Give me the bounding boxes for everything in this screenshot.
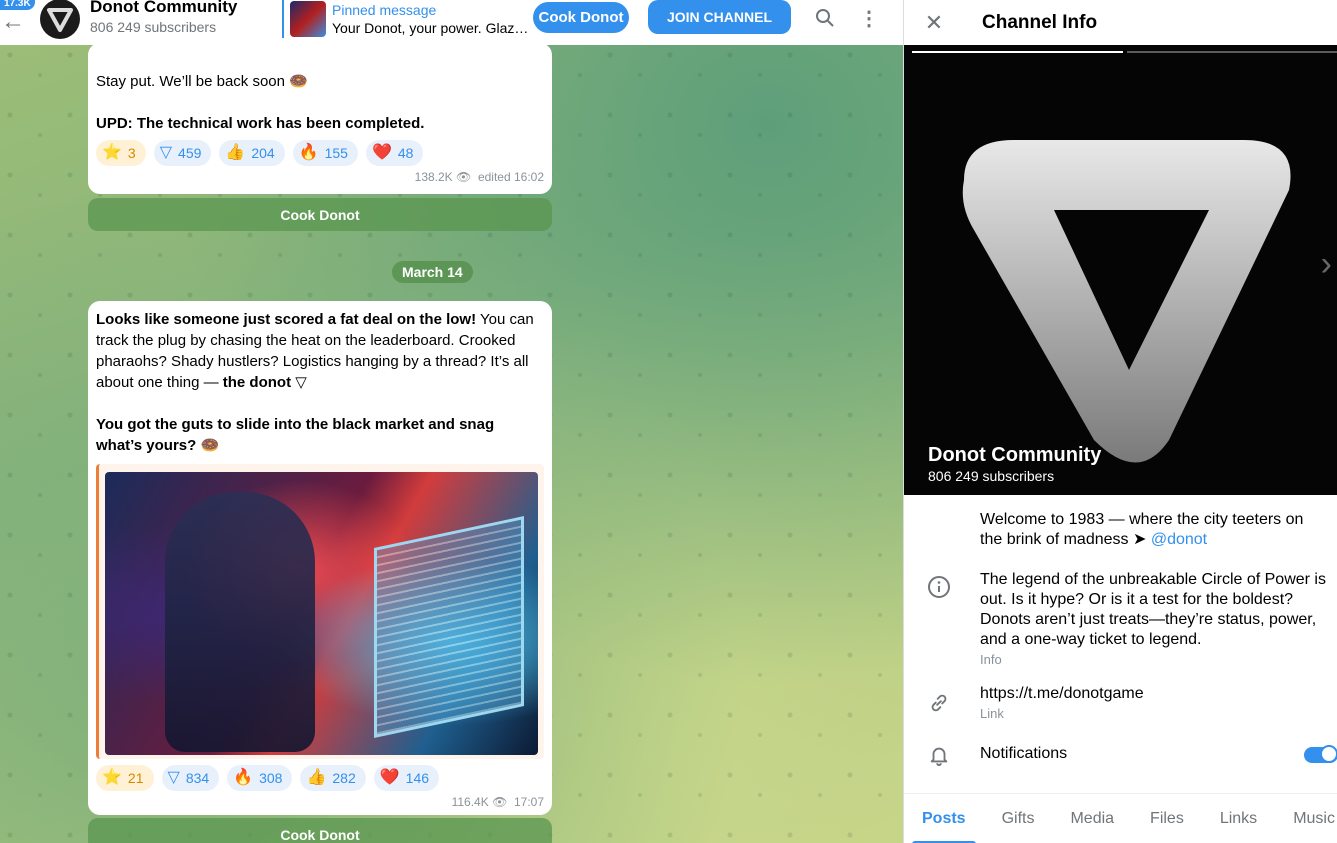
about-text: The legend of the unbreakable Circle of … xyxy=(980,571,1326,648)
link-icon xyxy=(926,690,952,716)
message-text-2: You got the guts to slide into the black… xyxy=(96,416,495,454)
message-update: UPD: The technical work has been complet… xyxy=(96,115,425,132)
reaction-fire[interactable]: 🔥 308 xyxy=(227,765,293,791)
date-separator: March 14 xyxy=(392,261,473,283)
channel-link: https://t.me/donotgame xyxy=(980,685,1144,702)
message-bubble: Stay put. We’ll be back soon 🍩 UPD: The … xyxy=(88,45,552,194)
tab-links[interactable]: Links xyxy=(1202,794,1275,843)
message-text: Looks like someone just scored a fat dea… xyxy=(96,311,534,391)
welcome-row: Welcome to 1983 — where the city teeters… xyxy=(980,511,1304,548)
eye-icon: 👁 xyxy=(456,170,472,184)
message-meta: 138.2K 👁 edited 16:02 xyxy=(96,170,544,184)
post-image[interactable] xyxy=(105,472,538,755)
reaction-thumbs-up[interactable]: 👍 282 xyxy=(300,765,366,791)
about-caption: Info xyxy=(980,652,1002,667)
media-tabs: Posts Gifts Media Files Links Music xyxy=(904,793,1337,843)
arrow-left-icon: ← xyxy=(1,8,25,35)
photo-progress-bar xyxy=(1127,51,1337,53)
close-icon[interactable]: ✕ xyxy=(904,10,964,36)
donut-emoji: 🍩 xyxy=(200,437,220,454)
notifications-row[interactable]: Notifications xyxy=(904,744,1337,770)
photo-subscribers: 806 249 subscribers xyxy=(928,468,1055,484)
message-meta: 116.4K 👁 17:07 xyxy=(96,795,544,809)
about-row: The legend of the unbreakable Circle of … xyxy=(904,570,1337,670)
photo-channel-name: Donot Community xyxy=(928,444,1102,466)
reaction-star[interactable]: ⭐ 3 xyxy=(96,140,146,166)
inline-cook-donot-button[interactable]: Cook Donot xyxy=(88,818,552,843)
channel-avatar[interactable] xyxy=(40,0,80,39)
channel-info-panel: ✕ Channel Info › Donot Community 806 249… xyxy=(903,0,1337,843)
pinned-preview: Your Donot, your power. Glaze,... xyxy=(332,20,532,36)
message-time: edited 16:02 xyxy=(477,170,544,184)
message-bubble: Looks like someone just scored a fat dea… xyxy=(88,301,552,815)
channel-title: Donot Community xyxy=(90,0,238,16)
tab-gifts[interactable]: Gifts xyxy=(984,794,1053,843)
message-time: 17:07 xyxy=(513,795,544,809)
message-text: Stay put. We’ll be back soon 🍩 xyxy=(96,73,308,90)
media-preview[interactable] xyxy=(96,464,544,759)
search-icon[interactable] xyxy=(811,4,839,32)
join-channel-button[interactable]: JOIN CHANNEL xyxy=(648,0,791,34)
donot-link[interactable]: @donot xyxy=(1151,531,1207,548)
notifications-toggle[interactable] xyxy=(1304,745,1337,763)
photo-progress-bar xyxy=(912,51,1123,53)
donot-logo-icon xyxy=(47,8,73,32)
tab-posts[interactable]: Posts xyxy=(904,794,984,843)
channel-subscribers: 806 249 subscribers xyxy=(90,19,217,35)
reaction-donot[interactable]: ▽ 459 xyxy=(153,140,212,166)
pinned-thumbnail xyxy=(290,1,326,37)
reaction-heart[interactable]: ❤️ 48 xyxy=(365,140,424,166)
cook-donot-button[interactable]: Cook Donot xyxy=(533,2,629,33)
reaction-donot[interactable]: ▽ 834 xyxy=(161,765,220,791)
reaction-heart[interactable]: ❤️ 146 xyxy=(373,765,440,791)
pinned-message[interactable]: Pinned message Your Donot, your power. G… xyxy=(282,0,532,38)
reaction-fire[interactable]: 🔥 155 xyxy=(292,140,358,166)
bell-icon xyxy=(926,742,952,768)
link-row[interactable]: https://t.me/donotgame Link xyxy=(904,684,1337,724)
inline-cook-donot-button[interactable]: Cook Donot xyxy=(88,198,552,231)
donot-logo-image xyxy=(962,140,1291,463)
view-count: 116.4K xyxy=(451,795,489,809)
tab-files[interactable]: Files xyxy=(1132,794,1202,843)
link-caption: Link xyxy=(980,706,1004,721)
info-icon xyxy=(926,574,952,600)
eye-icon: 👁 xyxy=(492,795,508,809)
panel-title: Channel Info xyxy=(982,11,1098,33)
channel-title-block[interactable]: Donot Community 806 249 subscribers xyxy=(90,0,237,36)
reaction-star[interactable]: ⭐ 21 xyxy=(96,765,154,791)
chevron-right-icon[interactable]: › xyxy=(1321,245,1332,284)
unread-badge: 17.3K xyxy=(0,0,35,10)
tab-media[interactable]: Media xyxy=(1052,794,1132,843)
reaction-thumbs-up[interactable]: 👍 204 xyxy=(219,140,285,166)
more-vertical-icon[interactable]: ⋮ xyxy=(855,4,883,32)
pinned-label: Pinned message xyxy=(332,2,437,18)
view-count: 138.2K xyxy=(414,170,453,184)
reactions: ⭐ 21 ▽ 834 🔥 308 👍 282 ❤️ 146 xyxy=(96,765,544,791)
donut-emoji: 🍩 xyxy=(289,73,308,90)
channel-photo[interactable]: › Donot Community 806 249 subscribers xyxy=(904,45,1337,495)
back-button[interactable]: ← xyxy=(0,8,26,36)
tab-music[interactable]: Music xyxy=(1275,794,1337,843)
notifications-label: Notifications xyxy=(980,745,1068,762)
chat-header: ← 17.3K Donot Community 806 249 subscrib… xyxy=(0,0,903,45)
reactions: ⭐ 3 ▽ 459 👍 204 🔥 155 ❤️ 48 xyxy=(96,140,544,166)
donot-icon: ▽ xyxy=(295,374,307,391)
chat-area: Stay put. We’ll be back soon 🍩 UPD: The … xyxy=(0,45,903,843)
